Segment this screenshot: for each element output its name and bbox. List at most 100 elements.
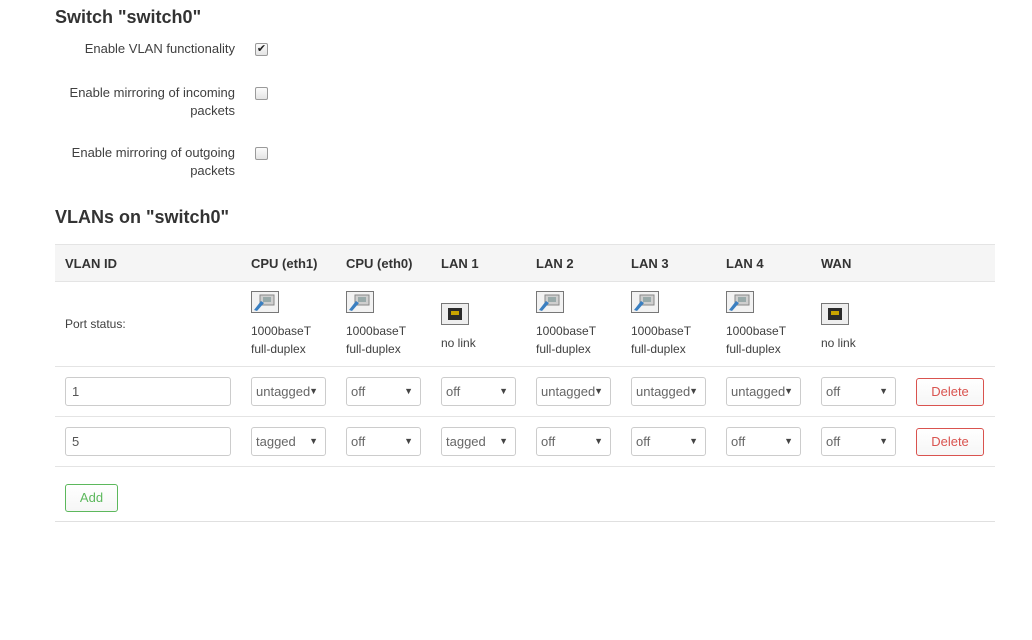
dropdown-arrow-icon: ▼ bbox=[879, 386, 888, 396]
header-vlan-id: VLAN ID bbox=[55, 244, 251, 282]
select-value: off bbox=[351, 434, 366, 449]
dropdown-arrow-icon: ▼ bbox=[594, 386, 603, 396]
select-value: untagged bbox=[256, 384, 311, 399]
port-link-icon bbox=[726, 290, 754, 313]
dropdown-arrow-icon: ▼ bbox=[784, 436, 793, 446]
port-select-cell: off ▼ bbox=[821, 416, 916, 467]
option-label: Enable mirroring of outgoing packets bbox=[71, 145, 235, 178]
switch-title: Switch "switch0" bbox=[55, 7, 202, 27]
port-select-cell: off ▼ bbox=[441, 366, 536, 417]
port-speed: 1000baseT bbox=[251, 323, 312, 338]
port-select-lan4[interactable]: untagged ▼ bbox=[726, 377, 801, 406]
select-value: tagged bbox=[446, 434, 486, 449]
port-link-icon bbox=[631, 290, 659, 313]
select-value: untagged bbox=[541, 384, 596, 399]
header-lan1: LAN 1 bbox=[441, 244, 536, 282]
port-select-lan4[interactable]: off ▼ bbox=[726, 427, 801, 456]
port-select-cell: off ▼ bbox=[631, 416, 726, 467]
row-actions-cell: Delete bbox=[916, 416, 995, 467]
option-mirror-incoming: Enable mirroring of incoming packets bbox=[55, 84, 355, 124]
port-select-cell: off ▼ bbox=[536, 416, 631, 467]
select-value: off bbox=[826, 434, 841, 449]
port-select-cell: untagged ▼ bbox=[251, 366, 346, 417]
port-duplex: full-duplex bbox=[726, 341, 781, 356]
port-select-cell: off ▼ bbox=[726, 416, 821, 467]
dropdown-arrow-icon: ▼ bbox=[499, 386, 508, 396]
mirror-outgoing-checkbox[interactable] bbox=[255, 147, 268, 160]
port-select-lan2[interactable]: off ▼ bbox=[536, 427, 611, 456]
option-mirror-outgoing: Enable mirroring of outgoing packets bbox=[55, 144, 355, 184]
select-value: tagged bbox=[256, 434, 296, 449]
port-select-lan1[interactable]: off ▼ bbox=[441, 377, 516, 406]
header-cpu-eth1: CPU (eth1) bbox=[251, 244, 346, 282]
select-value: off bbox=[636, 434, 651, 449]
port-nolink-icon bbox=[821, 302, 849, 325]
port-select-lan3[interactable]: untagged ▼ bbox=[631, 377, 706, 406]
table-header-row: VLAN ID CPU (eth1) CPU (eth0) LAN 1 LAN … bbox=[55, 244, 995, 282]
port-status-cell: no link bbox=[441, 281, 536, 367]
dropdown-arrow-icon: ▼ bbox=[404, 386, 413, 396]
row-actions-cell: Delete bbox=[916, 366, 995, 417]
port-nolink-icon bbox=[441, 302, 469, 325]
port-select-lan3[interactable]: off ▼ bbox=[631, 427, 706, 456]
select-value: off bbox=[731, 434, 746, 449]
port-select-lan1[interactable]: tagged ▼ bbox=[441, 427, 516, 456]
dropdown-arrow-icon: ▼ bbox=[784, 386, 793, 396]
vlan-id-cell bbox=[55, 366, 251, 417]
delete-button[interactable]: Delete bbox=[916, 427, 984, 456]
port-select-cpu-eth1[interactable]: tagged ▼ bbox=[251, 427, 326, 456]
table-row: tagged ▼ off ▼ tagged ▼ off ▼ off ▼ off ▼ off ▼… bbox=[55, 416, 995, 467]
port-select-cell: off ▼ bbox=[346, 416, 441, 467]
port-link-icon bbox=[536, 290, 564, 313]
enable-vlan-checkbox[interactable]: ✔ bbox=[255, 43, 268, 56]
port-select-cell: tagged ▼ bbox=[441, 416, 536, 467]
port-select-cell: off ▼ bbox=[821, 366, 916, 417]
header-cpu-eth0: CPU (eth0) bbox=[346, 244, 441, 282]
option-label: Enable mirroring of incoming packets bbox=[69, 85, 235, 118]
select-value: off bbox=[446, 384, 461, 399]
port-select-cpu-eth0[interactable]: off ▼ bbox=[346, 377, 421, 406]
port-select-wan[interactable]: off ▼ bbox=[821, 427, 896, 456]
port-status-actions bbox=[916, 281, 995, 367]
vlan-id-input[interactable] bbox=[65, 377, 231, 406]
header-lan4: LAN 4 bbox=[726, 244, 821, 282]
port-select-wan[interactable]: off ▼ bbox=[821, 377, 896, 406]
port-duplex: full-duplex bbox=[251, 341, 306, 356]
port-link-icon bbox=[346, 290, 374, 313]
port-status-row: Port status: 1000baseT full-duplex 1000b… bbox=[55, 281, 995, 367]
vlans-title: VLANs on "switch0" bbox=[55, 207, 230, 227]
vlan-table: VLAN ID CPU (eth1) CPU (eth0) LAN 1 LAN … bbox=[55, 244, 995, 467]
port-select-cpu-eth0[interactable]: off ▼ bbox=[346, 427, 421, 456]
port-select-cell: untagged ▼ bbox=[536, 366, 631, 417]
header-wan: WAN bbox=[821, 244, 916, 282]
select-value: off bbox=[826, 384, 841, 399]
port-status-cell: no link bbox=[821, 281, 916, 367]
header-actions bbox=[916, 244, 995, 282]
port-link-icon bbox=[251, 290, 279, 313]
port-status-label: Port status: bbox=[55, 281, 251, 367]
table-row: untagged▼ off▼ off▼ untagged▼ untagged▼ … bbox=[55, 366, 995, 417]
header-lan2: LAN 2 bbox=[536, 244, 631, 282]
port-select-cpu-eth1[interactable]: untagged ▼ bbox=[251, 377, 326, 406]
port-duplex: full-duplex bbox=[536, 341, 591, 356]
select-value: off bbox=[351, 384, 366, 399]
port-status-cell: 1000baseT full-duplex bbox=[346, 281, 441, 367]
port-speed: no link bbox=[441, 335, 476, 350]
port-speed: 1000baseT bbox=[536, 323, 597, 338]
vlan-id-input[interactable] bbox=[65, 427, 231, 456]
select-value: off bbox=[541, 434, 556, 449]
dropdown-arrow-icon: ▼ bbox=[499, 436, 508, 446]
dropdown-arrow-icon: ▼ bbox=[309, 436, 318, 446]
port-status-cell: 1000baseT full-duplex bbox=[251, 281, 346, 367]
port-duplex: full-duplex bbox=[346, 341, 401, 356]
header-lan3: LAN 3 bbox=[631, 244, 726, 282]
select-value: untagged bbox=[731, 384, 786, 399]
port-status-cell: 1000baseT full-duplex bbox=[726, 281, 821, 367]
delete-button[interactable]: Delete bbox=[916, 377, 984, 406]
port-select-lan2[interactable]: untagged ▼ bbox=[536, 377, 611, 406]
add-button[interactable]: Add bbox=[65, 484, 118, 512]
dropdown-arrow-icon: ▼ bbox=[879, 436, 888, 446]
select-value: untagged bbox=[636, 384, 691, 399]
mirror-incoming-checkbox[interactable] bbox=[255, 87, 268, 100]
dropdown-arrow-icon: ▼ bbox=[309, 386, 318, 396]
